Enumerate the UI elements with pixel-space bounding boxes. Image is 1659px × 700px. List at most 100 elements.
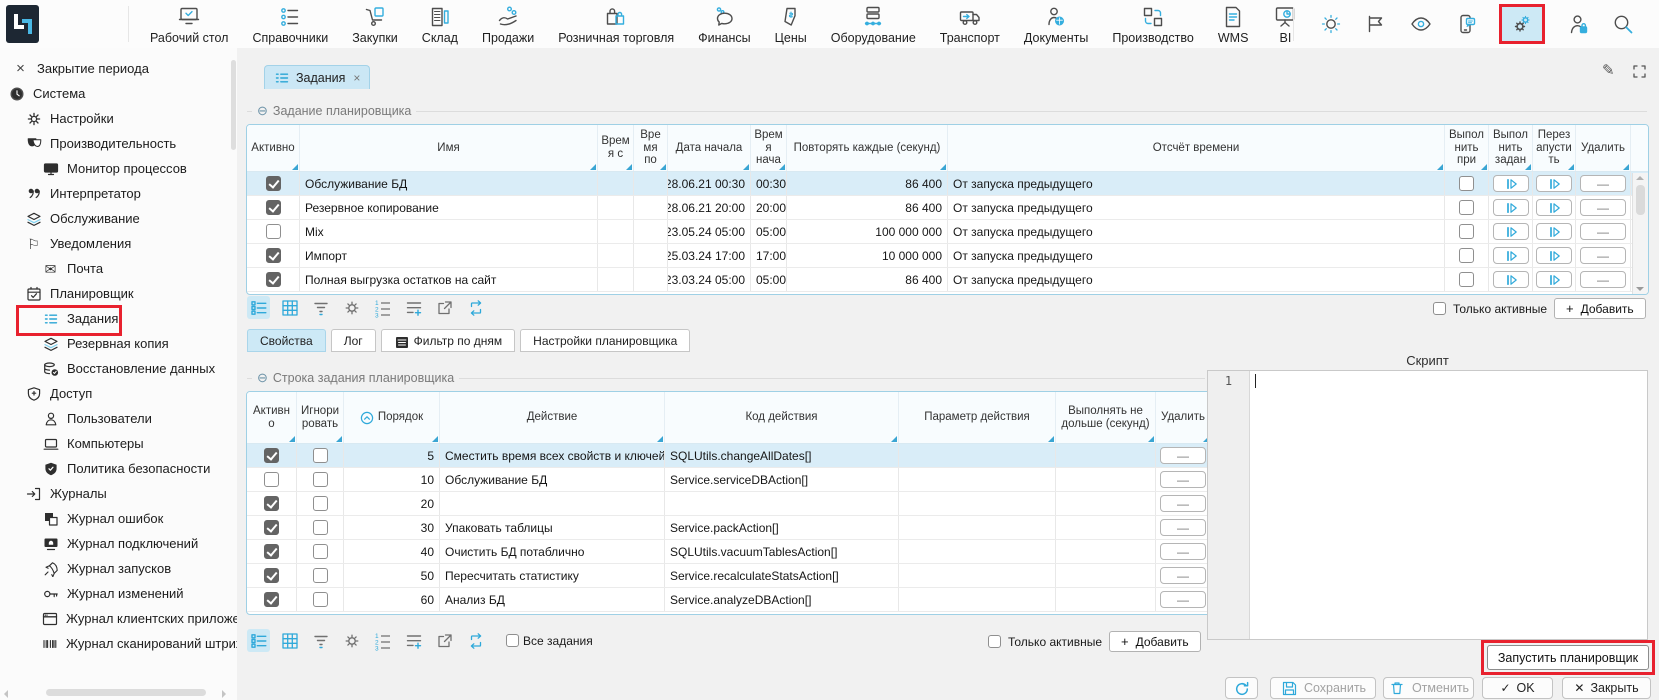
cell[interactable]: 28.06.21 20:00 [668,196,751,219]
checkbox-unchecked[interactable] [1459,272,1474,287]
filter-icon[interactable] [309,629,332,652]
scroll-up-arrow-icon[interactable] [1636,176,1644,180]
filter-icon[interactable] [309,296,332,319]
add-row-icon[interactable] [402,629,425,652]
cell-checkbox[interactable] [297,444,344,467]
cell-checkbox[interactable] [1445,268,1489,291]
sidebar-vertical-scrollbar[interactable] [231,60,236,150]
cell[interactable]: 60 [344,588,440,611]
sidebar-item-performance-masks[interactable]: Производительность [0,131,229,156]
cell[interactable]: От запуска предыдущего [948,220,1445,243]
numbered-list-icon[interactable]: 123 [371,296,394,319]
nav-item-equipment-server[interactable]: Оборудование [819,4,928,45]
tab-close-icon[interactable]: × [353,71,360,85]
nav-item-retail-bags[interactable]: Розничная торговля [546,4,686,45]
column-header-1[interactable]: Активно [247,125,300,171]
scheduler-task-row[interactable]: Полная выгрузка остатков на сайт23.03.24… [247,268,1648,292]
cell[interactable] [1056,588,1156,611]
export-icon[interactable] [433,296,456,319]
cell[interactable]: Service.serviceDBAction[] [665,468,899,491]
cell[interactable]: Service.analyzeDBAction[] [665,588,899,611]
cell[interactable] [899,588,1056,611]
all-tasks-checkbox[interactable] [506,634,519,647]
fullscreen-icon[interactable] [1631,63,1647,79]
cell-checkbox[interactable] [1445,196,1489,219]
scheduler-task-row[interactable]: Обслуживание БД28.06.21 00:3000:3086 400… [247,172,1648,196]
cell-checkbox[interactable] [247,516,297,539]
cell[interactable]: 5 [344,444,440,467]
play-button[interactable] [1493,223,1529,240]
cell[interactable]: 10 000 000 [787,244,948,267]
column-header-4[interactable]: Действие [440,392,665,443]
column-header-5[interactable]: Код действия [665,392,899,443]
checkbox-unchecked[interactable] [313,496,328,511]
checkbox-unchecked[interactable] [313,592,328,607]
sidebar-item-security-policy[interactable]: Политика безопасности [0,456,229,481]
only-active-checkbox[interactable] [1433,302,1446,315]
sidebar-item-close[interactable]: ×Закрытие периода [0,56,229,81]
cell[interactable]: Сместить время всех свойств и ключей [440,444,665,467]
checkbox-unchecked[interactable] [313,544,328,559]
table-view-icon[interactable] [278,296,301,319]
cell[interactable]: 100 000 000 [787,220,948,243]
cell-checkbox[interactable] [247,588,297,611]
cell[interactable]: Пересчитать статистику [440,564,665,587]
sidebar-item-mail[interactable]: ✉Почта [0,256,229,281]
cell-checkbox[interactable] [247,220,300,243]
play-button[interactable] [1493,247,1529,264]
script-editor[interactable]: 1 [1207,370,1648,640]
edit-pencil-icon[interactable]: ✎ [1602,61,1615,79]
cell[interactable] [1056,468,1156,491]
sidebar-item-system[interactable]: Система [0,81,229,106]
cell[interactable]: SQLUtils.vacuumTablesAction[] [665,540,899,563]
cell[interactable]: 05:00 [751,268,787,291]
cell[interactable]: 23.05.24 05:00 [668,220,751,243]
cell[interactable] [440,492,665,515]
delete-row-button[interactable]: — [1160,447,1206,464]
list-view-icon[interactable] [247,629,270,652]
save-button[interactable]: Сохранить [1270,677,1376,699]
list-view-icon[interactable] [247,296,270,319]
scheduler-task-row[interactable]: Импорт25.03.24 17:0017:0010 000 000От за… [247,244,1648,268]
column-header-9[interactable]: Выполнить при [1445,125,1489,171]
delete-row-button[interactable]: — [1580,271,1626,288]
cell[interactable]: Mix [300,220,598,243]
sidebar-item-scheduler-calendar[interactable]: Планировщик [0,281,229,306]
cell-checkbox[interactable] [247,540,297,563]
sidebar-item-users[interactable]: Пользователи [0,406,229,431]
cell[interactable] [634,196,668,219]
cell[interactable]: Упаковать таблицы [440,516,665,539]
reload-icon[interactable] [464,629,487,652]
cell[interactable] [899,540,1056,563]
task-row[interactable]: 20— [247,492,1213,516]
cell[interactable]: Резервное копирование [300,196,598,219]
search-icon[interactable] [1611,12,1635,36]
collapse-icon[interactable]: ⊖ [257,103,268,119]
nav-item-production-cycle[interactable]: Производство [1100,4,1206,45]
sidebar-item-restore-data[interactable]: Восстановление данных [0,356,229,381]
sidebar-item-settings-gear[interactable]: Настройки [0,106,229,131]
cell[interactable]: 40 [344,540,440,563]
nav-item-transport-truck[interactable]: Транспорт [928,4,1012,45]
cell[interactable] [1056,540,1156,563]
cell-checkbox[interactable] [247,196,300,219]
table-vertical-scrollbar[interactable] [1632,173,1648,294]
cell-checkbox[interactable] [1445,172,1489,195]
column-header-11[interactable]: Перезапустить [1533,125,1576,171]
ok-button[interactable]: ✓OK [1482,677,1553,699]
checkbox-checked[interactable] [264,496,279,511]
cell[interactable] [665,492,899,515]
cell[interactable]: 86 400 [787,172,948,195]
cell-checkbox[interactable] [1445,220,1489,243]
cell-checkbox[interactable] [297,468,344,491]
nav-item-reference-list[interactable]: Справочники [240,4,340,45]
cell[interactable]: 20 [344,492,440,515]
play-button[interactable] [1536,175,1572,192]
scroll-left-arrow-icon[interactable] [0,690,8,698]
sidebar-item-connections-journal[interactable]: Журнал подключений [0,531,229,556]
cell[interactable]: 28.06.21 00:30 [668,172,751,195]
checkbox-unchecked[interactable] [313,472,328,487]
delete-row-button[interactable]: — [1160,543,1206,560]
sidebar-item-client-apps-journal[interactable]: Журнал клиентских приложений [0,606,229,631]
tab-фильтр-по-дням[interactable]: Фильтр по дням [381,329,516,352]
